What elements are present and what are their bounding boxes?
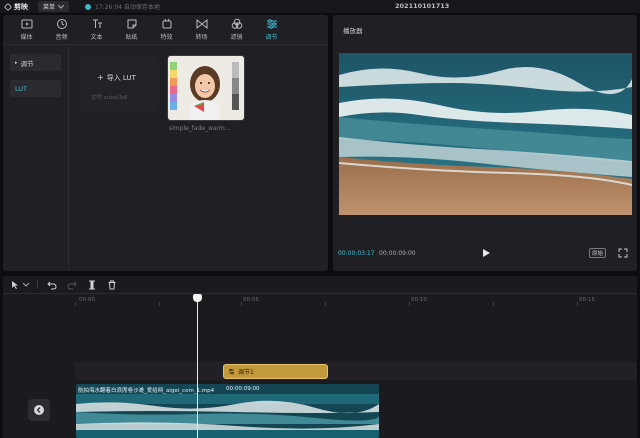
import-lut-text: 导入 LUT xyxy=(106,74,136,82)
ruler-tick xyxy=(493,302,494,306)
transition-icon xyxy=(196,18,207,30)
audio-icon xyxy=(56,19,67,29)
ruler-label: 00:15 xyxy=(579,297,595,303)
chevron-down-icon[interactable] xyxy=(23,282,29,287)
sidebar-section-adjust[interactable]: ▸ 调节 xyxy=(10,54,61,71)
sidebar-item-lut[interactable]: LUT xyxy=(10,80,61,97)
tab-transition[interactable]: 转场 xyxy=(184,15,219,44)
player-title: 播放器 xyxy=(343,27,363,35)
autosave-text: 17:26:04 自动保存本地 xyxy=(95,4,160,11)
adjust-clip-icon xyxy=(229,368,234,375)
redo-icon xyxy=(67,281,77,289)
adjust-icon xyxy=(266,19,277,29)
redo-button[interactable] xyxy=(66,279,78,291)
jianying-logo-icon xyxy=(4,2,12,11)
ruler-tick xyxy=(241,302,242,306)
menu-button[interactable]: 菜单 xyxy=(38,1,70,12)
caret-right-icon: ▸ xyxy=(15,59,18,66)
tab-media[interactable]: 媒体 xyxy=(9,15,44,44)
tab-effects[interactable]: 特效 xyxy=(149,15,184,44)
tab-label: 媒体 xyxy=(20,34,33,41)
filter-icon xyxy=(231,18,242,29)
player-controls: 00:00:03:17 00:00:09:00 原始 xyxy=(333,245,637,263)
text-icon xyxy=(92,19,102,28)
menu-label: 菜单 xyxy=(43,4,56,11)
select-tool-button[interactable] xyxy=(9,279,21,291)
undo-button[interactable] xyxy=(46,279,58,291)
tab-label: 音频 xyxy=(55,34,68,41)
import-lut-hint: 文件 cube/3dl xyxy=(91,95,128,101)
app-logo: 剪映 xyxy=(4,2,28,12)
total-time: 00:00:09:00 xyxy=(379,250,416,257)
fullscreen-icon[interactable] xyxy=(618,248,628,258)
title-bar: 剪映 菜单 17:26:04 自动保存本地 202110101713 xyxy=(0,0,640,13)
toolbar-divider xyxy=(37,280,38,289)
time-ruler[interactable]: 00:00 00:05 00:10 00:15 xyxy=(75,295,637,307)
ruler-label: 00:00 xyxy=(79,297,95,303)
split-button[interactable] xyxy=(86,279,98,291)
ruler-tick xyxy=(75,302,76,306)
delete-button[interactable] xyxy=(106,279,118,291)
ruler-tick xyxy=(409,302,410,306)
video-clip-duration: 00:00:09:00 xyxy=(226,386,260,392)
import-lut-label: + 导入 LUT xyxy=(97,73,136,83)
tab-filter[interactable]: 滤镜 xyxy=(219,15,254,44)
tab-label: 特效 xyxy=(160,34,173,41)
ruler-tick xyxy=(325,302,326,306)
sticker-icon xyxy=(127,19,136,29)
import-lut-button[interactable]: + 导入 LUT 文件 cube/3dl xyxy=(79,55,159,111)
trash-icon xyxy=(108,280,116,289)
adjust-clip[interactable]: 调节1 xyxy=(223,364,328,379)
playhead-handle[interactable] xyxy=(193,294,202,302)
lut-preview-image xyxy=(168,56,244,120)
tab-label: 调节 xyxy=(265,34,278,41)
split-icon xyxy=(89,280,95,289)
tab-label: 滤镜 xyxy=(230,34,243,41)
autosave-status-icon xyxy=(85,3,92,10)
lut-item-thumbnail[interactable] xyxy=(167,55,245,121)
adjust-clip-label: 调节1 xyxy=(238,369,254,376)
playhead[interactable] xyxy=(197,297,198,438)
video-preview[interactable] xyxy=(339,53,632,215)
beach-aerial-image xyxy=(339,53,632,215)
tab-label: 转场 xyxy=(195,34,208,41)
ruler-label: 00:10 xyxy=(411,297,427,303)
ruler-label: 00:05 xyxy=(243,297,259,303)
tab-sticker[interactable]: 贴纸 xyxy=(114,15,149,44)
undo-icon xyxy=(47,281,57,289)
play-icon[interactable] xyxy=(481,248,491,258)
tab-audio[interactable]: 音频 xyxy=(44,15,79,44)
aspect-ratio-button[interactable]: 原始 xyxy=(589,248,607,258)
player-panel: 播放器 00:00:03:17 00:00:09:00 原始 xyxy=(333,15,637,271)
media-icon xyxy=(21,19,32,29)
ruler-tick xyxy=(159,302,160,306)
adjust-sidebar: ▸ 调节 LUT xyxy=(3,46,69,271)
ruler-tick xyxy=(577,302,578,306)
tab-label: 文本 xyxy=(90,34,103,41)
lut-item-caption: simple_fade_warm... xyxy=(169,125,231,132)
sidebar-section-label: 调节 xyxy=(20,59,34,68)
adjust-track xyxy=(75,362,637,380)
timeline-panel: 00:00 00:05 00:10 00:15 调节1 航拍海水翻着白浪席卷沙滩… xyxy=(3,276,637,438)
current-time: 00:00:03:17 xyxy=(338,250,375,257)
resource-panel: 媒体 音频 文本 贴纸 特效 转场 滤镜 调节 ▸ 调节 LUT + 导入 LU… xyxy=(3,15,328,271)
sidebar-item-label: LUT xyxy=(15,84,28,93)
video-clip-name: 航拍海水翻着白浪席卷沙滩_爱给网_aigei_com_1.mp4 xyxy=(78,388,215,394)
tab-label: 贴纸 xyxy=(125,34,138,41)
resource-tabs: 媒体 音频 文本 贴纸 特效 转场 滤镜 调节 xyxy=(3,15,328,45)
project-title: 202110101713 xyxy=(395,2,450,10)
timeline-toolbar xyxy=(3,276,637,294)
chevron-down-icon xyxy=(58,4,65,9)
tab-text[interactable]: 文本 xyxy=(79,15,114,44)
cover-button[interactable] xyxy=(28,399,50,421)
cover-icon xyxy=(34,405,44,415)
plus-icon: + xyxy=(97,73,104,82)
cursor-icon xyxy=(12,280,18,289)
effects-icon xyxy=(162,18,171,29)
app-name: 剪映 xyxy=(14,2,28,11)
tab-adjust[interactable]: 调节 xyxy=(254,15,289,44)
video-clip[interactable]: 航拍海水翻着白浪席卷沙滩_爱给网_aigei_com_1.mp4 00:00:0… xyxy=(76,384,379,438)
